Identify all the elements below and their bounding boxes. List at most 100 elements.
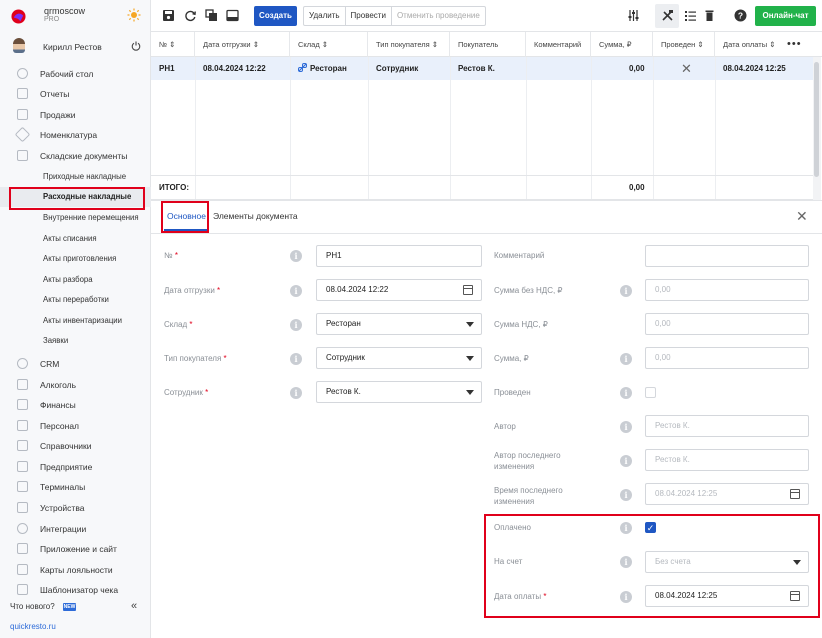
info-icon[interactable]: i: [290, 387, 302, 399]
sidebar-item-sales[interactable]: Продажи: [0, 105, 151, 125]
wallet-icon: [17, 399, 28, 410]
sidebar-item-crm[interactable]: CRM: [0, 354, 151, 374]
info-icon[interactable]: i: [290, 285, 302, 297]
sidebar-item-receipt-template[interactable]: Шаблонизатор чека: [0, 580, 151, 600]
buyer-type-select[interactable]: Сотрудник: [316, 347, 482, 369]
site-link[interactable]: quickresto.ru: [10, 622, 56, 631]
toolbar: Создать Удалить Провести Отменить провед…: [151, 0, 822, 32]
total-row: [151, 175, 813, 200]
refresh-icon[interactable]: [184, 9, 197, 22]
sidebar-item-staff[interactable]: Персонал: [0, 416, 151, 436]
info-icon[interactable]: i: [620, 387, 632, 399]
info-icon[interactable]: i: [620, 421, 632, 433]
sidebar-item-finance[interactable]: Финансы: [0, 395, 151, 415]
list-icon[interactable]: [684, 9, 697, 22]
user-block[interactable]: Кирилл Рестов: [0, 36, 151, 56]
sidebar-item-label: Продажи: [40, 110, 76, 120]
sidebar-item-reports[interactable]: Отчеты: [0, 84, 151, 104]
sidebar-item-dashboard[interactable]: Рабочий стол: [0, 64, 151, 84]
sun-icon[interactable]: [127, 8, 141, 22]
post-button[interactable]: Провести: [346, 7, 392, 25]
power-icon[interactable]: [131, 41, 141, 51]
col-header-comment[interactable]: Комментарий: [526, 32, 591, 57]
sidebar-sub-requests[interactable]: Заявки: [0, 331, 151, 351]
online-chat-button[interactable]: Онлайн-чат: [755, 6, 816, 26]
col-header-posted[interactable]: Проведен ⇕: [653, 32, 715, 57]
collapse-sidebar-icon[interactable]: «: [131, 600, 137, 612]
cell-number: РН1: [159, 64, 175, 73]
create-button[interactable]: Создать: [254, 6, 297, 26]
sidebar-item-label: CRM: [40, 359, 60, 369]
ship-date-field[interactable]: 08.04.2024 12:22: [316, 279, 482, 301]
col-header-buyer[interactable]: Покупатель: [450, 32, 526, 57]
cell-warehouse: Ресторан: [290, 57, 347, 80]
info-icon[interactable]: i: [620, 455, 632, 467]
filter-sliders-icon[interactable]: [627, 9, 640, 22]
warehouse-select[interactable]: Ресторан: [316, 313, 482, 335]
sidebar-item-alcohol[interactable]: Алкоголь: [0, 375, 151, 395]
table-scrollbar-thumb[interactable]: [814, 62, 819, 177]
sidebar-item-devices[interactable]: Устройства: [0, 498, 151, 518]
tab-document-items[interactable]: Элементы документа: [213, 211, 298, 221]
sidebar-sub-label: Акты списания: [43, 234, 97, 243]
sidebar-item-app-site[interactable]: Приложение и сайт: [0, 539, 151, 559]
info-icon[interactable]: i: [290, 250, 302, 262]
info-icon[interactable]: i: [290, 353, 302, 365]
info-icon[interactable]: i: [620, 285, 632, 297]
sidebar-sub-label: Акты переработки: [43, 295, 109, 304]
sum-field: 0,00: [645, 347, 809, 369]
sidebar-item-enterprise[interactable]: Предприятие: [0, 457, 151, 477]
sidebar-item-label: Справочники: [40, 441, 92, 451]
new-badge: NEW: [63, 603, 76, 611]
info-icon[interactable]: i: [620, 489, 632, 501]
unpost-button[interactable]: Отменить проведение: [392, 7, 485, 25]
sidebar-sub-cooking[interactable]: Акты приготовления: [0, 249, 151, 269]
brand-plan: PRO: [44, 16, 60, 23]
sum-label: Сумма, ₽: [494, 354, 529, 363]
save-icon[interactable]: [162, 9, 175, 22]
col-header-buyer-type[interactable]: Тип покупателя ⇕: [368, 32, 450, 57]
tools-icon[interactable]: [661, 9, 674, 22]
sidebar-sub-disassembly[interactable]: Акты разбора: [0, 270, 151, 290]
sidebar-item-terminals[interactable]: Терминалы: [0, 477, 151, 497]
sidebar-sub-writeoff[interactable]: Акты списания: [0, 229, 151, 249]
num-label: № *: [164, 251, 178, 260]
last-author-field: Рестов К.: [645, 449, 809, 471]
more-icon[interactable]: •••: [787, 38, 802, 50]
sidebar-item-directories[interactable]: Справочники: [0, 436, 151, 456]
sidebar-sub-transfers[interactable]: Внутренние перемещения: [0, 208, 151, 228]
receipt-icon: [17, 584, 28, 595]
brand-block[interactable]: qrmoscow PRO: [0, 0, 151, 32]
total-sum: 0,00: [629, 183, 645, 192]
cell-posted-x-icon: ✕: [681, 61, 692, 76]
info-icon[interactable]: i: [620, 353, 632, 365]
num-field[interactable]: РН1: [316, 245, 482, 267]
info-icon[interactable]: i: [290, 319, 302, 331]
sidebar-item-warehouse-docs[interactable]: Складские документы: [0, 146, 151, 166]
calendar-icon[interactable]: [463, 285, 473, 295]
comment-field[interactable]: [645, 245, 809, 267]
sidebar-sub-inventory[interactable]: Акты инвентаризации: [0, 311, 151, 331]
total-label: ИТОГО:: [159, 183, 189, 192]
help-icon[interactable]: ?: [734, 9, 747, 22]
col-header-pay-date[interactable]: Дата оплаты ⇕: [715, 32, 785, 57]
trash-icon[interactable]: [703, 9, 716, 22]
col-header-number[interactable]: № ⇕: [151, 32, 195, 57]
col-header-ship-date[interactable]: Дата отгрузки ⇕: [195, 32, 290, 57]
col-header-warehouse[interactable]: Склад ⇕: [290, 32, 368, 57]
sidebar-item-nomenclature[interactable]: Номенклатура: [0, 125, 151, 145]
tray-icon[interactable]: [226, 9, 239, 22]
user-name: Кирилл Рестов: [43, 42, 102, 52]
sidebar-item-loyalty[interactable]: Карты лояльности: [0, 560, 151, 580]
sidebar-sub-incoming[interactable]: Приходные накладные: [0, 167, 151, 187]
sidebar-item-integrations[interactable]: Интеграции: [0, 519, 151, 539]
whats-new-link[interactable]: Что нового?: [10, 602, 55, 611]
close-icon[interactable]: ✕: [796, 208, 808, 225]
sidebar-item-label: Финансы: [40, 400, 76, 410]
sidebar-sub-processing[interactable]: Акты переработки: [0, 290, 151, 310]
author-field: Рестов К.: [645, 415, 809, 437]
delete-button[interactable]: Удалить: [304, 7, 346, 25]
copy-icon[interactable]: [205, 9, 218, 22]
col-header-sum[interactable]: Сумма, ₽: [591, 32, 653, 57]
employee-select[interactable]: Рестов К.: [316, 381, 482, 403]
